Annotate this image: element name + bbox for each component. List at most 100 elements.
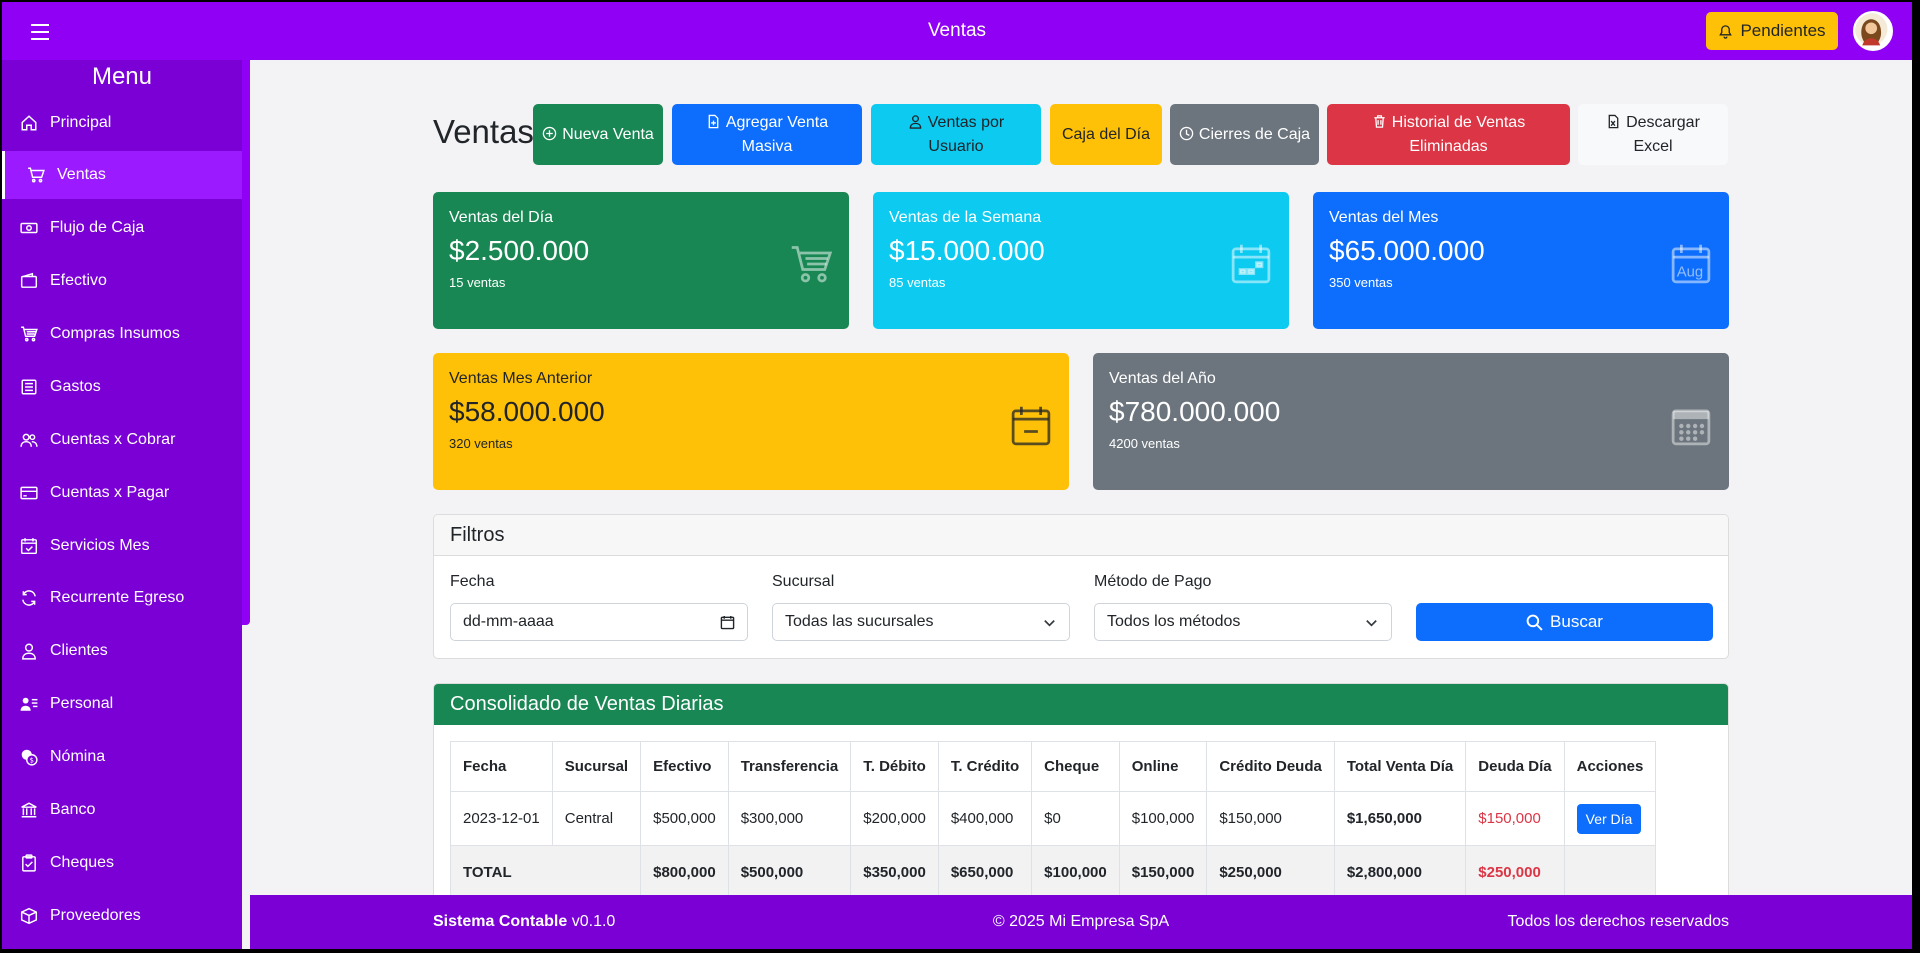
column-header[interactable]: Transferencia: [727, 741, 852, 792]
column-header[interactable]: Efectivo: [640, 741, 729, 792]
cell-total-deuda: $250,000: [1465, 845, 1565, 895]
cierres-de-caja-button[interactable]: Cierres de Caja: [1170, 104, 1319, 165]
cell-total-acciones: [1563, 845, 1657, 895]
sidebar-item-gastos[interactable]: Gastos: [2, 363, 242, 411]
table-total-row: TOTAL $800,000 $500,000 $350,000 $650,00…: [449, 845, 1657, 895]
app-window: Ventas Pendientes Menu Principal Ventas: [2, 2, 1912, 949]
sidebar-item-flujo-de-caja[interactable]: Flujo de Caja: [2, 204, 242, 252]
wallet-icon: [20, 272, 38, 288]
sidebar-item-cuentas-x-pagar[interactable]: Cuentas x Pagar: [2, 469, 242, 517]
agregar-venta-masiva-label: Agregar Venta Masiva: [725, 113, 829, 155]
sucursal-label: Sucursal: [772, 573, 835, 590]
coins-icon: $: [21, 749, 38, 766]
cell-transferencia: $300,000: [727, 791, 852, 846]
trash-icon: [1374, 114, 1385, 128]
cell-total-efectivo: $800,000: [640, 845, 729, 895]
sidebar-item-cheques[interactable]: Cheques: [2, 839, 242, 887]
column-header[interactable]: Deuda Día: [1465, 741, 1565, 792]
column-header: Acciones: [1563, 741, 1657, 792]
card-subtitle: 85 ventas: [889, 275, 946, 290]
consolidado-title: Consolidado de Ventas Diarias: [434, 684, 1728, 725]
column-header[interactable]: Cheque: [1031, 741, 1120, 792]
calendar-grid-icon: [1671, 409, 1711, 446]
descargar-excel-button[interactable]: Descargar Excel: [1578, 104, 1728, 165]
metodo-pago-select[interactable]: Todos los métodos: [1094, 603, 1392, 641]
historial-ventas-eliminadas-button[interactable]: Historial de Ventas Eliminadas: [1327, 104, 1570, 165]
column-header[interactable]: Online: [1118, 741, 1208, 792]
sidebar-item-label: Personal: [50, 695, 114, 712]
sidebar-item-ventas[interactable]: Ventas: [2, 151, 242, 199]
search-icon: [1526, 614, 1543, 631]
nueva-venta-button[interactable]: Nueva Venta: [533, 104, 663, 165]
sidebar-item-label: Banco: [50, 801, 96, 818]
agregar-venta-masiva-button[interactable]: Agregar Venta Masiva: [672, 104, 862, 165]
sidebar-item-principal[interactable]: Principal: [2, 99, 242, 147]
column-header[interactable]: Crédito Deuda: [1206, 741, 1335, 792]
top-navbar: Ventas Pendientes: [2, 2, 1912, 60]
cell-fecha: 2023-12-01: [450, 791, 553, 846]
sucursal-select[interactable]: Todas las sucursales: [772, 603, 1070, 641]
calendar-minus-icon: [1011, 406, 1051, 446]
filtros-panel: Filtros Fecha Sucursal Método de Pago dd…: [433, 514, 1729, 659]
navbar-title: Ventas: [927, 20, 987, 41]
sidebar-item-cuentas-x-cobrar[interactable]: Cuentas x Cobrar: [2, 416, 242, 464]
plus-circle-icon: [542, 126, 557, 140]
sidebar-item-banco[interactable]: Banco: [2, 786, 242, 834]
calendar-icon[interactable]: [720, 615, 735, 630]
cell-debito: $200,000: [850, 791, 939, 846]
credit-card-icon: [20, 486, 38, 500]
sidebar-item-nomina[interactable]: $ Nómina: [2, 733, 242, 781]
filtros-title: Filtros: [434, 515, 1728, 556]
cart-icon: [21, 326, 38, 342]
card-value: $780.000.000: [1109, 396, 1281, 427]
column-header[interactable]: Total Venta Día: [1333, 741, 1467, 792]
card-ventas-semana: Ventas de la Semana $15.000.000 85 venta…: [873, 192, 1289, 329]
ventas-por-usuario-label: Ventas por Usuario: [927, 113, 1005, 155]
cell-deuda: $150,000: [1465, 791, 1565, 846]
column-header[interactable]: Fecha: [450, 741, 553, 792]
table-header-row: Fecha Sucursal Efectivo Transferencia T.…: [450, 741, 1657, 792]
cell-total-transferencia: $500,000: [727, 845, 852, 895]
sidebar-item-proveedores[interactable]: Proveedores: [2, 892, 242, 940]
avatar-image: [1855, 13, 1888, 46]
cell-online: $100,000: [1118, 791, 1208, 846]
fecha-label: Fecha: [450, 573, 495, 590]
sidebar-title: Menu: [91, 63, 153, 90]
column-header[interactable]: T. Crédito: [937, 741, 1033, 792]
card-subtitle: 350 ventas: [1329, 275, 1393, 290]
user-avatar[interactable]: [1853, 11, 1893, 51]
card-subtitle: 4200 ventas: [1109, 436, 1180, 451]
card-value: $15.000.000: [889, 235, 1045, 266]
metodo-pago-selected: Todos los métodos: [1107, 613, 1241, 630]
sidebar-item-clientes[interactable]: Clientes: [2, 627, 242, 675]
sidebar-scrollbar[interactable]: [242, 60, 250, 625]
sidebar-item-personal[interactable]: Personal: [2, 680, 242, 728]
sidebar-item-servicios-mes[interactable]: Servicios Mes: [2, 522, 242, 570]
caja-del-dia-label: Caja del Día: [1061, 125, 1151, 143]
pendientes-button[interactable]: Pendientes: [1706, 12, 1838, 50]
cell-total-total: $2,800,000: [1333, 845, 1467, 895]
column-header[interactable]: T. Débito: [850, 741, 939, 792]
sidebar-item-label: Cheques: [50, 854, 115, 871]
fecha-input[interactable]: dd-mm-aaaa: [450, 603, 748, 641]
sidebar-item-efectivo[interactable]: Efectivo: [2, 257, 242, 305]
buscar-button[interactable]: Buscar: [1416, 603, 1713, 641]
ver-dia-button[interactable]: Ver Día: [1576, 803, 1642, 834]
sidebar-item-label: Ventas: [57, 166, 106, 183]
caja-del-dia-button[interactable]: Caja del Día: [1050, 104, 1162, 165]
sidebar-item-compras-insumos[interactable]: Compras Insumos: [2, 310, 242, 358]
card-value: $65.000.000: [1329, 235, 1485, 266]
descargar-excel-label: Descargar Excel: [1626, 113, 1700, 155]
sidebar-item-recurrente-egreso[interactable]: Recurrente Egreso: [2, 574, 242, 622]
sidebar-item-label: Flujo de Caja: [50, 219, 145, 236]
ventas-por-usuario-button[interactable]: Ventas por Usuario: [871, 104, 1041, 165]
people-icon: [20, 433, 38, 447]
column-header[interactable]: Sucursal: [551, 741, 642, 792]
card-subtitle: 320 ventas: [449, 436, 513, 451]
sidebar-item-label: Principal: [50, 114, 112, 131]
cell-efectivo: $500,000: [640, 791, 729, 846]
card-title: Ventas del Día: [449, 209, 554, 226]
cell-total-credito: $650,000: [937, 845, 1033, 895]
sidebar-item-label: Efectivo: [50, 272, 107, 289]
card-subtitle: 15 ventas: [449, 275, 506, 290]
